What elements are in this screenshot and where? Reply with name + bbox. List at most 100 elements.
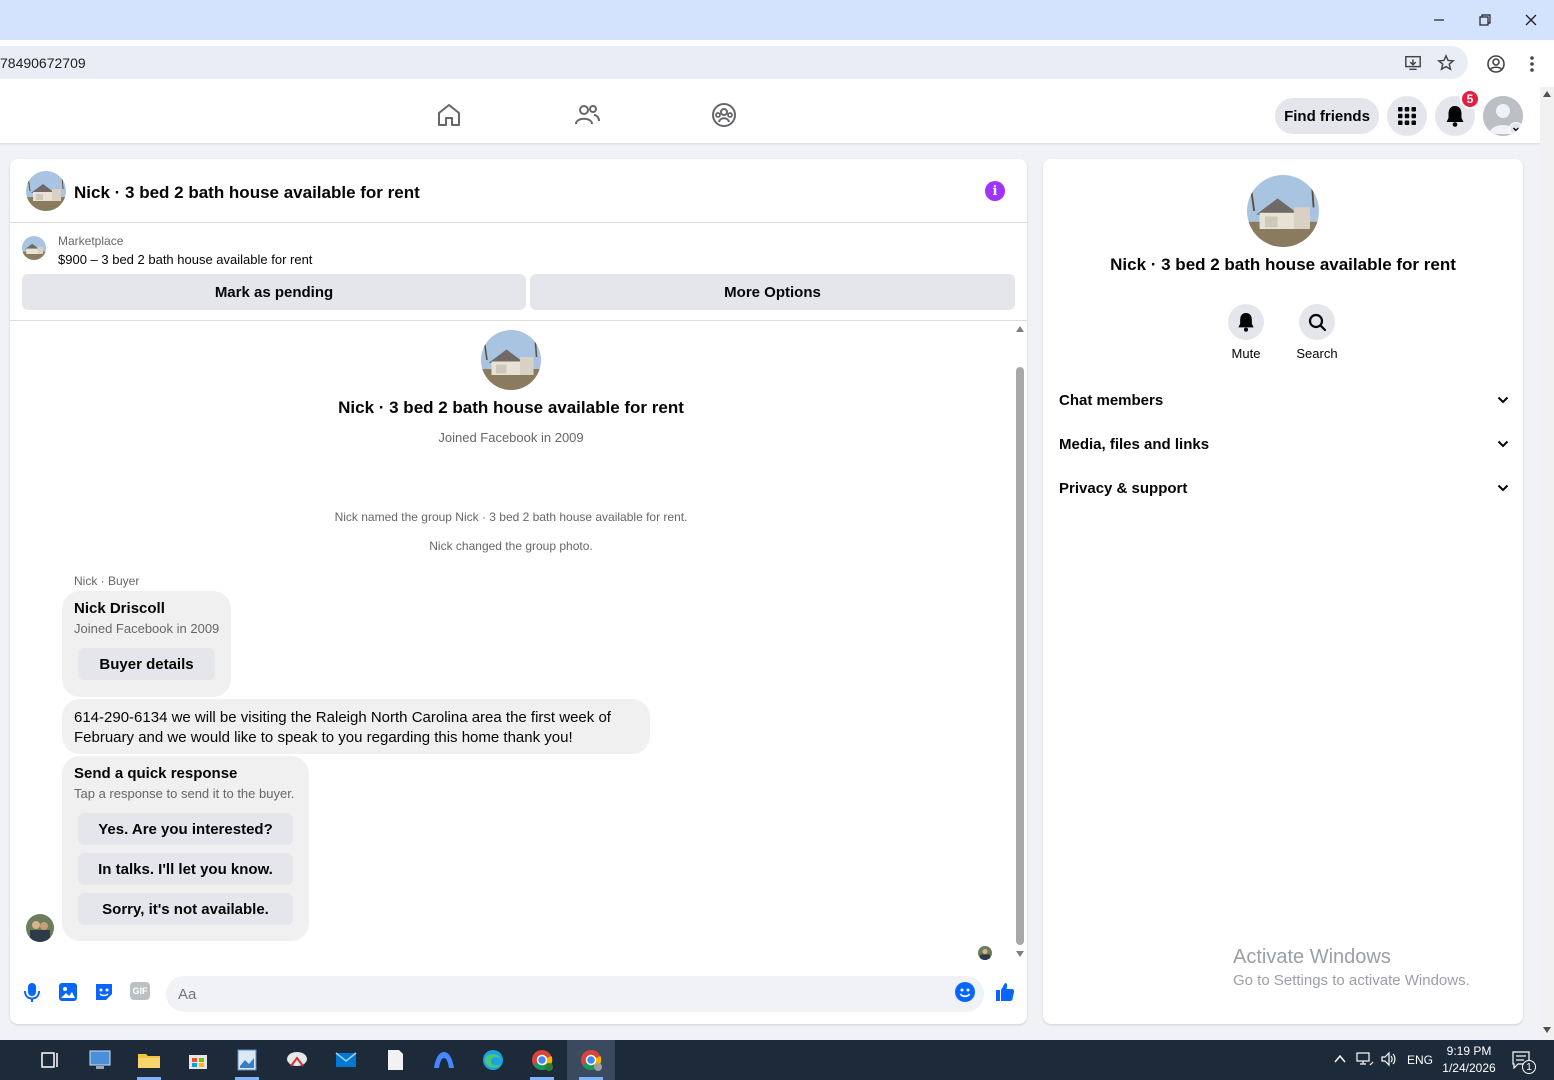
privacy-support-section[interactable]: Privacy & support [1059,472,1509,504]
page-scrollbar[interactable] [1540,87,1554,1040]
sender-label: Nick · Buyer [74,574,140,588]
group-photo[interactable] [26,171,66,211]
search-icon [1308,313,1327,332]
buyer-name: Nick Driscoll [74,600,165,617]
snipping-tool-icon[interactable] [283,1046,311,1074]
mail-icon[interactable] [332,1046,360,1074]
clock-date[interactable]: 1/24/2026 [1438,1061,1500,1075]
file-explorer-icon[interactable] [135,1046,163,1074]
house-photo-icon [481,330,541,390]
input-language[interactable]: ENG [1407,1053,1433,1067]
chat-header-title: Nick · 3 bed 2 bath house available for … [74,183,420,202]
activate-windows-subtitle: Go to Settings to activate Windows. [1233,972,1470,989]
mark-as-pending-button[interactable]: Mark as pending [22,274,526,310]
mute-label: Mute [1231,346,1261,361]
edge-browser-icon[interactable] [479,1046,507,1074]
facebook-top-nav: Find friends 5 [0,87,1540,143]
bell-icon [1238,313,1254,332]
address-url[interactable]: 78490672709 [0,55,86,71]
action-center-badge: 1 [1522,1060,1536,1074]
profile-icon[interactable] [1486,54,1506,74]
browser-titlebar [0,0,1554,40]
bookmark-star-icon[interactable] [1437,54,1455,72]
listing-thumbnail[interactable] [22,236,46,260]
bell-icon [1446,106,1464,127]
info-icon[interactable]: i [985,181,1005,201]
photo-attach-icon[interactable] [56,980,80,1004]
group-event-photo: Nick changed the group photo. [429,539,593,553]
notepad-icon[interactable] [381,1046,409,1074]
intro-title: Nick · 3 bed 2 bath house available for … [338,398,684,417]
chat-members-section[interactable]: Chat members [1059,384,1509,416]
gif-icon[interactable]: GIF [130,982,150,1000]
default-avatar-icon [1483,96,1523,136]
find-friends-button[interactable]: Find friends [1275,98,1379,134]
address-bar[interactable]: 78490672709 [0,46,1468,79]
listing-title-link[interactable]: $900 – 3 bed 2 bath house available for … [58,252,312,267]
group-event-renamed: Nick named the group Nick · 3 bed 2 bath… [334,510,688,524]
house-photo-icon [26,171,66,211]
thumbs-up-icon[interactable] [993,980,1017,1004]
mute-button[interactable]: Mute [1206,304,1286,361]
info-title: Nick · 3 bed 2 bath house available for … [1110,255,1456,274]
info-group-photo[interactable] [1247,175,1319,247]
chat-scrollbar[interactable] [1013,324,1027,964]
install-app-icon[interactable] [1404,54,1422,72]
home-icon[interactable] [435,101,463,129]
marketplace-label: Marketplace [58,234,124,248]
browser-toolbar: 78490672709 [0,40,1554,87]
chrome-profile-icon[interactable] [528,1046,556,1074]
sender-avatar[interactable] [26,914,54,942]
search-label: Search [1296,346,1338,361]
menu-grid-button[interactable] [1387,96,1427,136]
grid-icon [1398,107,1416,125]
microphone-icon[interactable] [20,980,44,1004]
task-view-icon[interactable] [36,1046,64,1074]
photo-viewer-icon[interactable] [233,1046,261,1074]
message-input[interactable] [166,976,984,1012]
quick-response-option[interactable]: In talks. I'll let you know. [78,853,293,885]
quick-response-card: Send a quick response Tap a response to … [62,756,309,941]
sticker-icon[interactable] [92,980,116,1004]
chrome-browser-icon[interactable] [577,1046,605,1074]
more-options-button[interactable]: More Options [530,274,1015,310]
person-photo-icon [26,914,54,942]
scroll-down-arrow-icon[interactable] [1016,951,1024,957]
message-composer: GIF [10,964,1027,1024]
buyer-card: Nick Driscoll Joined Facebook in 2009 Bu… [62,591,231,697]
volume-icon[interactable] [1380,1051,1398,1067]
read-receipt-avatar [978,946,992,960]
scroll-up-arrow-icon[interactable] [1543,91,1551,97]
groups-icon[interactable] [710,101,738,129]
quick-response-option[interactable]: Sorry, it's not available. [78,893,293,925]
search-button[interactable]: Search [1277,304,1357,361]
vpn-app-icon[interactable] [430,1046,458,1074]
clock-time[interactable]: 9:19 PM [1440,1044,1498,1058]
section-label: Privacy & support [1059,479,1188,497]
account-avatar[interactable] [1483,96,1523,136]
close-window-icon[interactable] [1516,8,1546,32]
emoji-icon[interactable] [953,980,977,1004]
house-photo-icon [1247,175,1319,247]
restore-icon[interactable] [1470,8,1500,32]
friends-icon[interactable] [573,101,601,129]
minimize-icon[interactable] [1424,8,1454,32]
buyer-joined: Joined Facebook in 2009 [74,621,220,636]
scroll-down-arrow-icon[interactable] [1543,1027,1551,1033]
message-bubble[interactable]: 614-290-6134 we will be visiting the Ral… [62,699,650,754]
quick-response-option[interactable]: Yes. Are you interested? [78,813,293,845]
message-line-2: February and we would like to speak to y… [74,729,573,746]
buyer-details-button[interactable]: Buyer details [78,648,215,680]
scroll-up-arrow-icon[interactable] [1016,326,1024,332]
computer-icon[interactable] [86,1046,114,1074]
browser-menu-icon[interactable] [1524,54,1540,74]
store-icon[interactable] [184,1046,212,1074]
media-files-links-section[interactable]: Media, files and links [1059,428,1509,460]
intro-subtitle: Joined Facebook in 2009 [438,430,584,445]
network-icon[interactable] [1356,1051,1374,1067]
show-hidden-icons-icon[interactable] [1334,1054,1346,1064]
chevron-down-icon [1497,396,1509,404]
windows-taskbar: ENG 9:19 PM 1/24/2026 1 [0,1040,1554,1080]
header-divider [10,320,1027,321]
chat-scrollbar-thumb[interactable] [1016,367,1024,945]
